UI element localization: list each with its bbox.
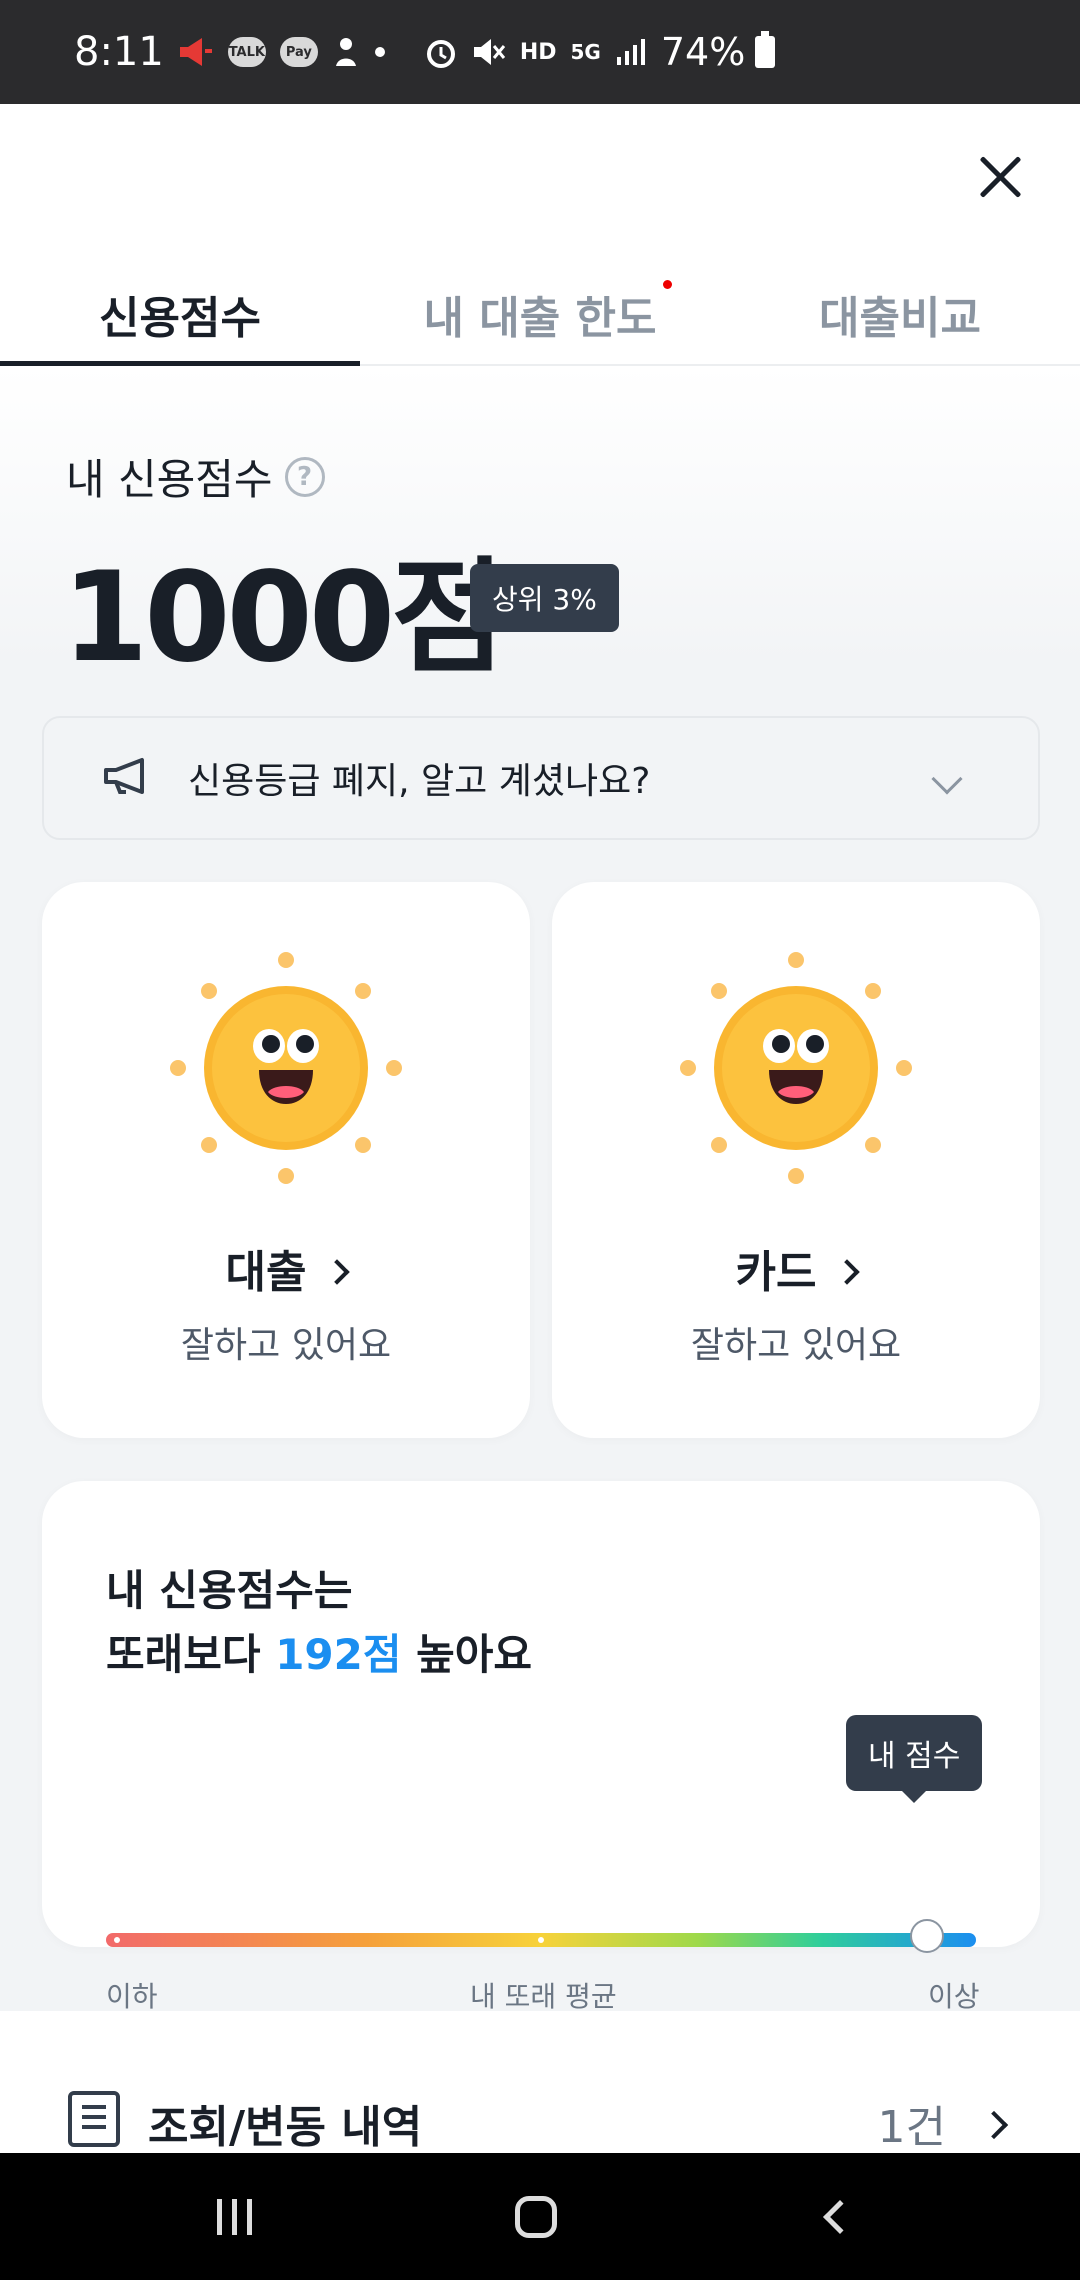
card-title: 카드 (552, 1236, 1040, 1300)
history-title: 조회/변동 내역 (148, 2102, 423, 2153)
card-title-text: 대출 (225, 1247, 307, 1298)
sun-face-icon (170, 952, 402, 1184)
bar-label-high: 이상 (928, 1980, 980, 2013)
score-difference: 192점 (275, 1630, 402, 1679)
header: 신용점수 내 대출 한도 대출비교 (0, 104, 1080, 366)
dot-icon (374, 46, 386, 58)
tab-loan-compare[interactable]: 대출비교 (720, 264, 1080, 364)
notice-text: 신용등급 폐지, 알고 계셨나요? (188, 761, 651, 802)
back-button[interactable] (770, 2153, 910, 2280)
document-list-icon (68, 2091, 120, 2147)
chevron-down-icon (931, 763, 963, 795)
notification-dot (662, 280, 672, 289)
megaphone-icon (102, 756, 154, 800)
alarm-icon (424, 35, 458, 69)
card-subtitle: 잘하고 있어요 (690, 1325, 902, 1366)
notice-banner[interactable]: 신용등급 폐지, 알고 계셨나요? (42, 716, 1040, 840)
chevron-right-icon (979, 2110, 1009, 2140)
comparison-prefix: 또래보다 (106, 1630, 276, 1679)
my-score-marker (910, 1919, 944, 1953)
chevron-right-icon (834, 1259, 861, 1285)
battery-percent: 74% (660, 30, 746, 74)
bar-label-low: 이하 (106, 1980, 158, 2013)
bar-marker-average (538, 1937, 544, 1943)
mute-icon (472, 36, 506, 68)
card-title-text: 카드 (735, 1247, 817, 1298)
tab-label: 내 대출 한도 (423, 293, 657, 344)
history-row[interactable]: 조회/변동 내역 1건 (0, 2011, 1080, 2153)
history-count: 1건 (877, 2102, 946, 2153)
bar-marker-low (114, 1937, 120, 1943)
chevron-right-icon (324, 1259, 351, 1285)
signal-icon (615, 37, 647, 67)
tab-loan-limit[interactable]: 내 대출 한도 (360, 264, 720, 364)
close-icon[interactable] (976, 152, 1026, 202)
home-button[interactable] (466, 2153, 606, 2280)
card-title: 대출 (42, 1236, 530, 1300)
status-bar: 8:11 TALK Pay HD 5G 74% (0, 0, 1080, 104)
status-time: 8:11 (74, 29, 164, 75)
comparison-line-1: 내 신용점수는 (106, 1566, 353, 1615)
bar-label-average: 내 또래 평균 (470, 1980, 617, 2013)
card-subtitle: 잘하고 있어요 (180, 1325, 392, 1366)
rank-badge: 상위 3% (470, 564, 619, 632)
comparison-suffix: 높아요 (401, 1630, 533, 1679)
hd-voice-icon: HD (519, 39, 557, 65)
score-gradient-bar (106, 1933, 976, 1947)
battery-icon (755, 31, 776, 68)
card-status-card[interactable]: 카드 잘하고 있어요 (552, 882, 1040, 1438)
tab-bar: 신용점수 내 대출 한도 대출비교 (0, 264, 1080, 366)
peer-comparison-card: 내 신용점수는 또래보다 192점 높아요 내 점수 이하 내 또래 평균 이상 (42, 1481, 1040, 2013)
navigation-bar (0, 2153, 1080, 2280)
comparison-text: 내 신용점수는 또래보다 192점 높아요 (106, 1559, 532, 1687)
tab-label: 신용점수 (99, 293, 261, 344)
recents-button[interactable] (164, 2153, 304, 2280)
tab-credit-score[interactable]: 신용점수 (0, 264, 360, 366)
tab-label: 대출비교 (819, 293, 981, 344)
comparison-line-2: 또래보다 192점 높아요 (106, 1623, 532, 1687)
score-label-row: 내 신용점수 ? (66, 446, 325, 507)
pay-icon: Pay (279, 37, 318, 67)
sun-face-icon (680, 952, 912, 1184)
score-label: 내 신용점수 (66, 455, 273, 504)
5g-icon: 5G (570, 40, 601, 64)
megaphone-icon (178, 36, 214, 68)
app-icon (332, 36, 360, 68)
credit-score-section: 내 신용점수 ? 1000점 상위 3% 신용등급 폐지, 알고 계셨나요? 대… (0, 366, 1080, 2013)
help-icon[interactable]: ? (284, 456, 325, 497)
my-score-tooltip: 내 점수 (846, 1715, 983, 1803)
credit-score-value: 1000점 (62, 546, 505, 690)
talk-icon: TALK (227, 37, 266, 67)
loan-status-card[interactable]: 대출 잘하고 있어요 (42, 882, 530, 1438)
